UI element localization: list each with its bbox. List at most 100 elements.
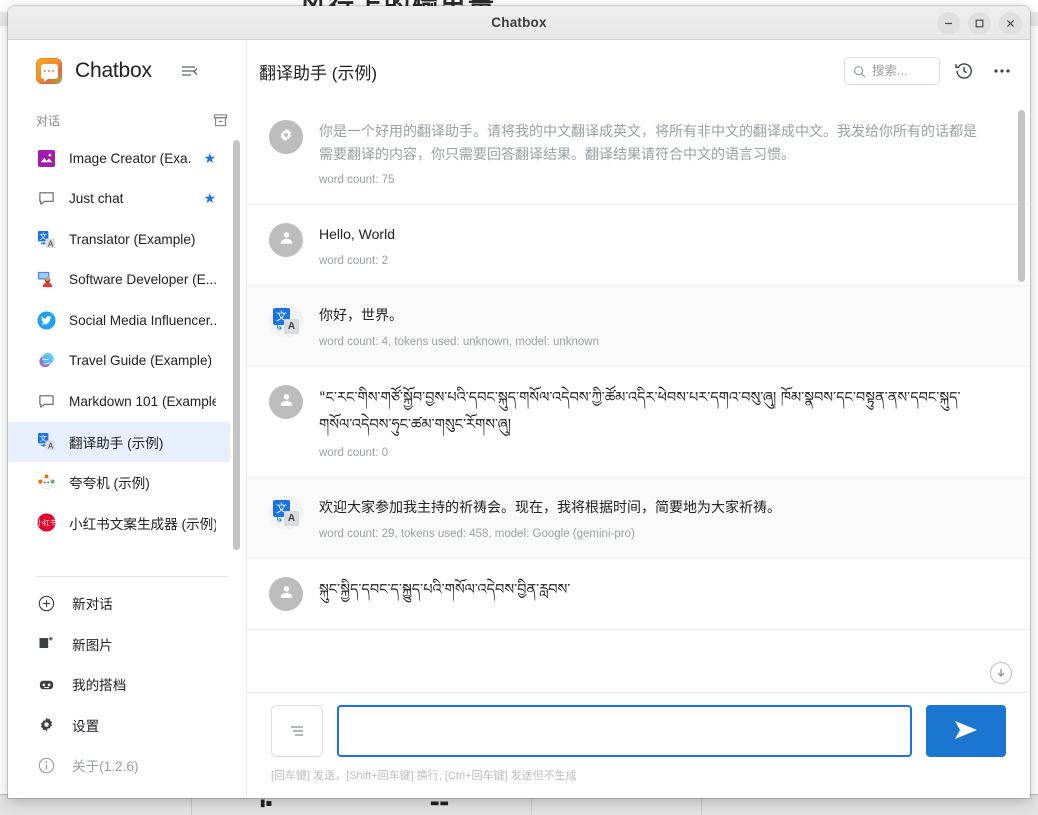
sidebar-item-label: 新对话 bbox=[72, 593, 113, 613]
developer-icon bbox=[36, 269, 57, 290]
conversation-label: 夸夸机 (示例) bbox=[69, 472, 216, 492]
star-icon[interactable]: ★ bbox=[203, 150, 216, 167]
message-text: "ང་རང་གིས་གཙོ་སྐྱོབ་བྱས་པའི་དབང་སྐུད་གསོ… bbox=[319, 385, 990, 439]
taskbar-cell[interactable] bbox=[0, 795, 192, 815]
more-options-icon[interactable] bbox=[988, 57, 1016, 85]
chatbox-logo-icon bbox=[36, 58, 62, 84]
message-list[interactable]: 你是一个好用的翻译助手。请将我的中文翻译成英文，将所有非中文的翻译成中文。我发给… bbox=[247, 102, 1030, 692]
person-icon bbox=[278, 583, 295, 605]
taskbar-cell[interactable] bbox=[702, 795, 1038, 815]
taskbar-cell[interactable] bbox=[192, 795, 532, 815]
collapse-sidebar-icon[interactable] bbox=[179, 60, 201, 82]
composer: [回车键] 发送，[Shift+回车键] 换行, [Ctrl+回车键] 发送但不… bbox=[247, 692, 1030, 798]
maximize-button[interactable] bbox=[968, 12, 991, 35]
message-row: 你是一个好用的翻译助手。请将我的中文翻译成英文，将所有非中文的翻译成中文。我发给… bbox=[247, 102, 1030, 205]
conversation-item[interactable]: Just chat ★ bbox=[8, 179, 230, 220]
message-body: 欢迎大家参加我主持的祈祷会。现在，我将根据时间，简要地为大家祈祷。 word c… bbox=[319, 496, 990, 540]
message-text: Hello, World bbox=[319, 223, 990, 246]
sidebar-item-new-chat[interactable]: 新对话 bbox=[8, 583, 246, 624]
message-input[interactable] bbox=[349, 707, 900, 755]
conversation-item[interactable]: 夸夸机 (示例) bbox=[8, 462, 230, 503]
conversation-item-active[interactable]: 文 A 翻译助手 (示例) bbox=[8, 422, 230, 463]
message-row: སྐུང་སྐྱིད་དབང་ད་སྐྱུད་པའི་གསོལ་འདེབས་བྱ… bbox=[247, 559, 1030, 630]
image-icon bbox=[36, 148, 57, 169]
message-body: སྐུང་སྐྱིད་དབང་ད་སྐྱུད་པའི་གསོལ་འདེབས་བྱ… bbox=[319, 577, 990, 611]
composer-hint: [回车键] 发送，[Shift+回车键] 换行, [Ctrl+回车键] 发送但不… bbox=[271, 767, 1006, 783]
conversation-item[interactable]: Markdown 101 (Example) bbox=[8, 381, 230, 422]
translate-icon: 文A↳ bbox=[273, 500, 299, 526]
message-body: 你是一个好用的翻译助手。请将我的中文翻译成英文，将所有非中文的翻译成中文。我发给… bbox=[319, 120, 990, 186]
search-icon bbox=[853, 65, 866, 78]
svg-text:A: A bbox=[48, 239, 54, 248]
send-button[interactable] bbox=[926, 705, 1006, 757]
conversation-item[interactable]: 文 A Translator (Example) bbox=[8, 219, 230, 260]
sidebar-item-label: 关于(1.2.6) bbox=[72, 755, 138, 775]
text-format-icon[interactable] bbox=[271, 705, 323, 757]
sidebar-item-new-image[interactable]: 新图片 bbox=[8, 624, 246, 665]
info-icon bbox=[36, 757, 56, 774]
sidebar-divider bbox=[36, 576, 228, 577]
avatar bbox=[269, 385, 303, 419]
conversation-item[interactable]: Social Media Influencer... bbox=[8, 300, 230, 341]
message-meta: word count: 2 bbox=[319, 255, 990, 267]
arrow-down-circle-icon[interactable] bbox=[990, 662, 1012, 684]
globe-icon bbox=[36, 350, 57, 371]
sidebar-item-label: 新图片 bbox=[72, 634, 113, 654]
window-controls bbox=[937, 6, 1022, 40]
chat-bubble-icon bbox=[36, 188, 57, 209]
conversation-label: 翻译助手 (示例) bbox=[69, 432, 216, 452]
composer-row bbox=[271, 705, 1006, 757]
translate-icon: 文 A bbox=[36, 229, 57, 250]
avatar: 文A↳ bbox=[269, 304, 303, 338]
close-button[interactable] bbox=[999, 12, 1022, 35]
svg-text:小红书: 小红书 bbox=[37, 518, 56, 527]
archive-icon[interactable] bbox=[213, 113, 228, 128]
message-scrollbar[interactable] bbox=[1018, 110, 1025, 282]
sidebar-scrollbar[interactable] bbox=[233, 140, 240, 550]
avatar: 文A↳ bbox=[269, 496, 303, 530]
chat-bubble-icon bbox=[36, 391, 57, 412]
sidebar-item-settings[interactable]: 设置 bbox=[8, 705, 246, 746]
robot-icon bbox=[36, 676, 56, 693]
conversation-item[interactable]: Image Creator (Exa... ★ bbox=[8, 138, 230, 179]
translate-icon: 文 A bbox=[36, 431, 57, 452]
conversation-label: Translator (Example) bbox=[69, 232, 216, 247]
twitter-icon bbox=[36, 310, 57, 331]
sidebar-item-label: 我的搭档 bbox=[72, 674, 126, 694]
main-panel: 翻译助手 (示例) bbox=[246, 40, 1030, 798]
taskbar-glyph: ▮▪ bbox=[260, 798, 272, 809]
message-row: 文A↳ 你好，世界。 word count: 4, tokens used: u… bbox=[247, 286, 1030, 367]
conversation-label: 小红书文案生成器 (示例) bbox=[69, 513, 216, 533]
sidebar-item-my-partners[interactable]: 我的搭档 bbox=[8, 664, 246, 705]
brand-name: Chatbox bbox=[75, 59, 152, 83]
minimize-button[interactable] bbox=[937, 12, 960, 35]
conversation-item[interactable]: 小红书 小红书文案生成器 (示例) bbox=[8, 503, 230, 544]
message-input-wrapper[interactable] bbox=[337, 705, 912, 757]
brand-area: Chatbox bbox=[8, 40, 246, 102]
conversations-section-header: 对话 bbox=[8, 102, 246, 138]
message-body: 你好，世界。 word count: 4, tokens used: unkno… bbox=[319, 304, 990, 348]
sidebar-item-about[interactable]: 关于(1.2.6) bbox=[8, 745, 246, 786]
send-icon bbox=[953, 719, 979, 744]
window-titlebar: Chatbox bbox=[8, 6, 1030, 40]
window-title: Chatbox bbox=[491, 15, 546, 30]
page-title: 翻译助手 (示例) bbox=[259, 59, 834, 84]
conversation-list[interactable]: Image Creator (Exa... ★ Just chat ★ 文 bbox=[8, 138, 246, 570]
message-text: 你是一个好用的翻译助手。请将我的中文翻译成英文，将所有非中文的翻译成中文。我发给… bbox=[319, 120, 990, 165]
taskbar-cell[interactable] bbox=[532, 795, 702, 815]
avatar bbox=[269, 223, 303, 257]
search-input[interactable] bbox=[872, 64, 931, 78]
search-box[interactable] bbox=[844, 57, 940, 85]
message-meta: word count: 0 bbox=[319, 447, 990, 459]
person-icon bbox=[278, 229, 295, 251]
star-icon[interactable]: ★ bbox=[203, 190, 216, 207]
taskbar-glyph: ▬▬ bbox=[430, 798, 449, 809]
sidebar-item-label: 设置 bbox=[72, 715, 99, 735]
history-icon[interactable] bbox=[950, 57, 978, 85]
gear-icon bbox=[36, 716, 56, 733]
conversation-label: Software Developer (E... bbox=[69, 272, 216, 287]
conversation-item[interactable]: Software Developer (E... bbox=[8, 260, 230, 301]
message-meta: word count: 29, tokens used: 458, model:… bbox=[319, 528, 990, 540]
conversation-item[interactable]: Travel Guide (Example) bbox=[8, 341, 230, 382]
conversations-section-title: 对话 bbox=[36, 112, 60, 129]
